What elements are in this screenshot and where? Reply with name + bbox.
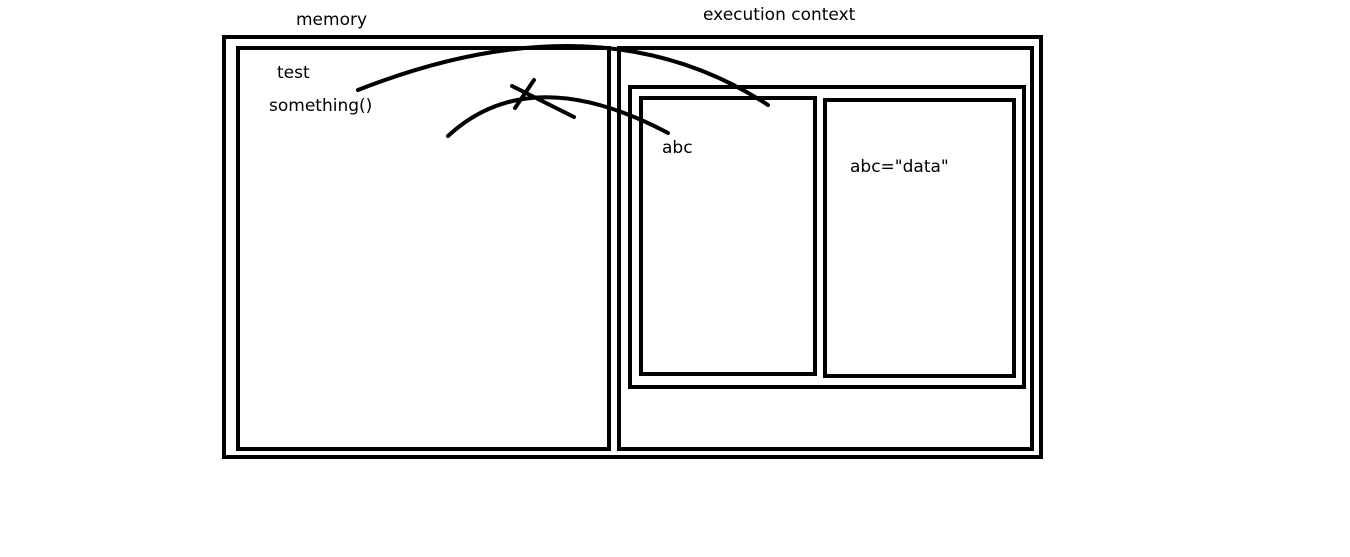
reference-arc-lower xyxy=(446,95,670,138)
connector-strokes xyxy=(356,43,770,138)
diagram-canvas: memory execution context test something(… xyxy=(0,0,1350,557)
